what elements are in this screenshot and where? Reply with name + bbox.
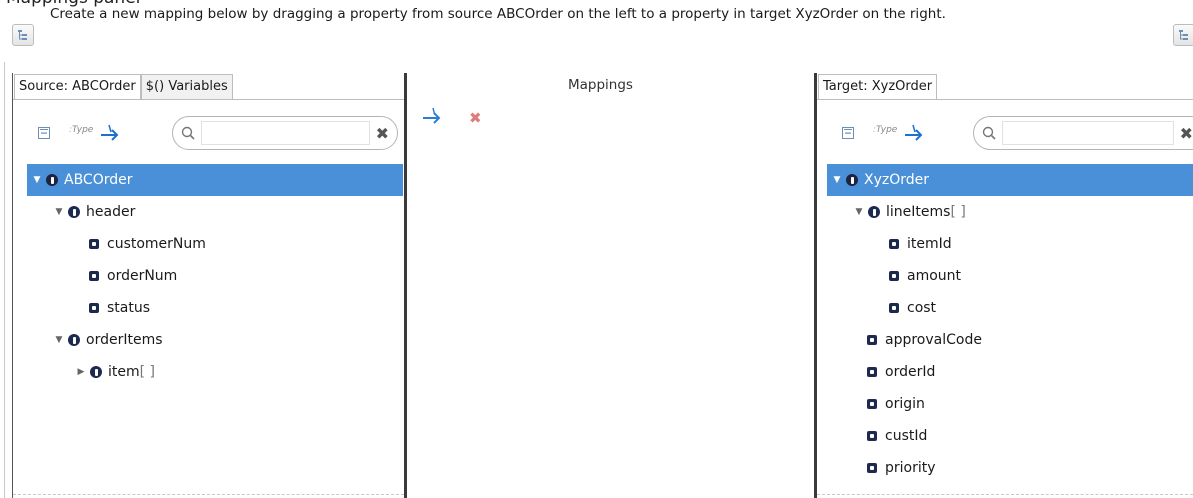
search-icon [982,126,996,140]
property-icon [889,239,899,249]
type-toggle[interactable]: :Type [873,125,897,135]
property-icon [867,367,877,377]
delete-mapping-icon[interactable]: ✖ [469,109,482,127]
tree-node-label: itemId [907,236,952,252]
property-icon [89,303,99,313]
tree-node-label: status [107,300,151,316]
tree-node-label: lineItems [886,204,951,220]
source-panel: Source: ABCOrder $() Variables :Type ✖ ▼… [12,73,407,498]
tree-leaf-approvalcode[interactable]: approvalCode [827,324,1193,356]
source-search-input[interactable] [201,121,370,145]
target-search-input[interactable] [1002,121,1174,145]
tab-target[interactable]: Target: XyzOrder [818,74,938,99]
expand-toggle-icon[interactable]: ▼ [853,207,865,217]
mappings-title: Mappings [568,77,633,93]
search-icon [181,126,195,140]
property-icon [867,463,877,473]
node-icon [90,366,102,378]
property-icon [89,239,99,249]
tree-node-orderitems[interactable]: ▼ orderItems [27,324,403,356]
tree-node-label: customerNum [107,236,206,252]
expand-toggle-icon[interactable]: ▼ [53,335,65,345]
clear-search-icon[interactable]: ✖ [376,124,389,143]
tree-node-label: header [86,204,136,220]
tree-leaf-amount[interactable]: amount [827,260,1193,292]
tree-node-label: approvalCode [885,332,982,348]
tree-node-label: amount [907,268,962,284]
tree-node-lineitems[interactable]: ▼ lineItems[ ] [827,196,1193,228]
tree-leaf-origin[interactable]: origin [827,388,1193,420]
expand-toggle-icon[interactable]: ▼ [31,175,43,185]
target-search: ✖ [973,116,1193,150]
tree-leaf-itemid[interactable]: itemId [827,228,1193,260]
property-icon [867,399,877,409]
tree-node-label: priority [885,460,936,476]
property-icon [889,271,899,281]
tree-node-item[interactable]: ▶ item[ ] [27,356,403,388]
target-bottom-divider [817,494,1193,495]
tree-leaf-priority[interactable]: priority [827,452,1193,484]
tree-layout-button-right[interactable] [1173,24,1193,46]
array-bracket: [ ] [139,364,156,380]
tab-variables[interactable]: $() Variables [140,74,233,99]
add-mapping-arrow-icon[interactable] [421,106,443,128]
show-mapped-arrow-icon[interactable] [903,123,925,145]
expand-toggle-icon[interactable]: ▼ [53,207,65,217]
tree-node-label: origin [885,396,925,412]
tree-layout-button[interactable] [12,24,34,46]
tree-leaf-status[interactable]: status [27,292,403,324]
tree-node-label: ABCOrder [64,172,133,188]
expand-toggle-icon[interactable]: ▶ [75,367,87,377]
tree-node-xyzorder[interactable]: ▼ XyzOrder [827,164,1193,196]
tree-layout-icon [18,30,27,40]
tree-leaf-cost[interactable]: cost [827,292,1193,324]
property-icon [867,335,877,345]
collapse-all-icon[interactable] [841,125,855,144]
tree-leaf-orderid[interactable]: orderId [827,356,1193,388]
tree-node-label: orderItems [86,332,163,348]
source-bottom-divider [13,494,404,495]
type-label: Type [72,125,94,135]
source-tree: ▼ ABCOrder ▼ header customerNum orderNum… [27,164,403,388]
node-icon [46,174,58,186]
show-mapped-arrow-icon[interactable] [99,123,121,145]
tree-node-label: custId [885,428,928,444]
tree-node-label: XyzOrder [864,172,930,188]
tree-leaf-custid[interactable]: custId [827,420,1193,452]
tree-node-abcorder[interactable]: ▼ ABCOrder [27,164,403,196]
source-search: ✖ [172,116,398,150]
node-icon [868,206,880,218]
type-toggle[interactable]: :Type [69,125,93,135]
node-icon [68,334,80,346]
node-icon [68,206,80,218]
instructions-text: Create a new mapping below by dragging a… [50,6,946,22]
collapse-all-icon[interactable] [37,125,51,144]
tree-node-label: item [108,364,140,380]
tree-node-header[interactable]: ▼ header [27,196,403,228]
tree-leaf-ordernum[interactable]: orderNum [27,260,403,292]
tree-node-label: orderNum [107,268,178,284]
tree-node-label: orderId [885,364,936,380]
clear-search-icon[interactable]: ✖ [1180,124,1193,143]
type-label: Type [876,125,898,135]
property-icon [867,431,877,441]
tree-leaf-customernum[interactable]: customerNum [27,228,403,260]
target-tree: ▼ XyzOrder ▼ lineItems[ ] itemId amount … [827,164,1193,484]
array-bracket: [ ] [950,204,966,220]
tree-node-label: cost [907,300,937,316]
target-panel: Target: XyzOrder :Type ✖ ▼ XyzOrder ▼ li… [814,73,1193,498]
node-icon [846,174,858,186]
target-tabs: Target: XyzOrder [817,73,1193,100]
property-icon [889,303,899,313]
tree-layout-icon [1179,30,1188,40]
tab-source[interactable]: Source: ABCOrder [14,74,141,99]
source-tabs: Source: ABCOrder $() Variables [13,73,404,100]
expand-toggle-icon[interactable]: ▼ [831,175,843,185]
property-icon [89,271,99,281]
left-gutter-divider [4,62,5,498]
